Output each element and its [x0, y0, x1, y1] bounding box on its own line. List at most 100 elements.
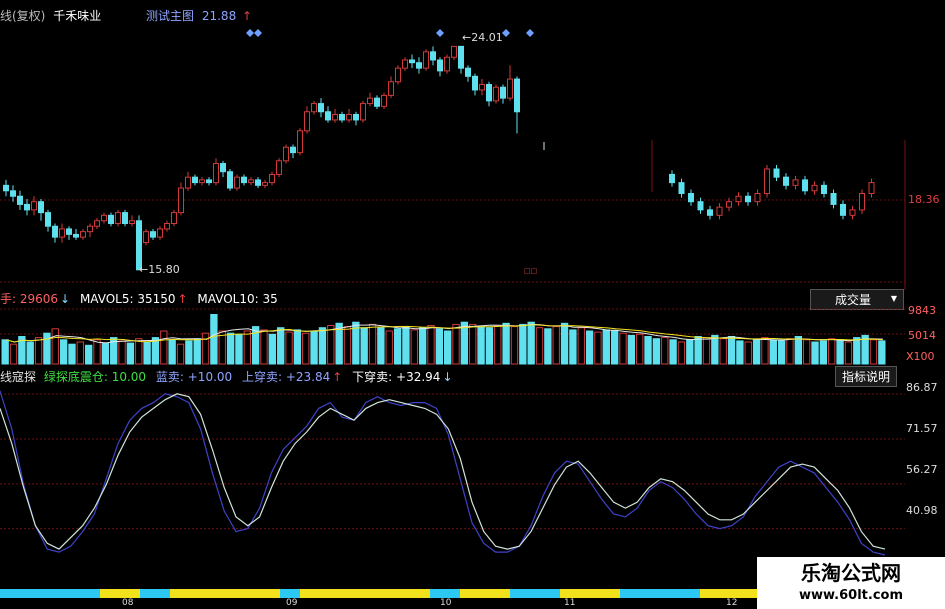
- volume-bar: [168, 339, 176, 365]
- volume-tab-label: 成交量: [835, 293, 872, 307]
- volume-bar: [101, 342, 110, 365]
- signal-segment: [100, 589, 140, 598]
- date-axis: 08 09 10 11 12: [0, 598, 760, 609]
- candle-body: [353, 113, 359, 121]
- candle-body: [500, 86, 506, 99]
- candle-body: [10, 190, 16, 197]
- price-axis-label: 18.36: [908, 193, 940, 206]
- indicator-name1: 线寇探: [0, 370, 37, 384]
- volume-bar: [377, 327, 385, 365]
- candle-body: [669, 173, 675, 184]
- volume-bar: [744, 341, 752, 365]
- candle-body: [773, 168, 780, 178]
- volume-bar: [435, 328, 443, 365]
- down-arrow-icon: ↓: [442, 370, 453, 384]
- volume-bar: [185, 340, 193, 365]
- signal-segment: [430, 589, 460, 598]
- high-price-label: ←24.01: [462, 31, 503, 44]
- candle-body: [423, 51, 429, 69]
- candle-body: [339, 113, 345, 121]
- volume-bar: [368, 323, 377, 365]
- candle-body: [171, 212, 177, 224]
- candle-body: [479, 84, 485, 91]
- volume-bar: [727, 336, 736, 365]
- candle-body: [821, 184, 827, 195]
- site-watermark: 乐淘公式网 www.60lt.com: [757, 557, 945, 609]
- volume-bar: [585, 330, 594, 365]
- up-arrow-icon: ↑: [242, 9, 253, 23]
- candlesticks: [3, 45, 875, 271]
- candle-body: [150, 231, 156, 238]
- candle-body: [360, 103, 366, 121]
- volume-bar: [59, 339, 68, 365]
- volume-bar: [93, 339, 101, 365]
- volume-bar: [460, 321, 469, 365]
- volume-axis-top: 9843: [908, 304, 936, 317]
- candle-body: [290, 146, 296, 154]
- diamond-marker: [436, 29, 444, 37]
- candle-body: [402, 59, 408, 69]
- candle-body: [178, 187, 184, 214]
- volume-bar: [519, 323, 527, 365]
- candle-body: [297, 130, 303, 154]
- volume-bar: [777, 340, 786, 365]
- candle-body: [122, 212, 128, 224]
- volume-bar: [686, 339, 694, 365]
- candle-body: [697, 201, 704, 211]
- volume-bar: [560, 322, 569, 365]
- stock-name: 千禾味业: [53, 9, 102, 23]
- candle-body: [395, 67, 401, 83]
- volume-bar: [661, 337, 669, 365]
- volume-bar: [494, 325, 502, 365]
- volume-bar: [235, 333, 243, 365]
- volume-bar: [302, 332, 310, 365]
- candle-body: [688, 193, 694, 203]
- low-price-value: 15.80: [148, 263, 180, 276]
- price-grid: [0, 199, 905, 283]
- low-price-label: ←15.80: [139, 263, 180, 276]
- signal-segment: [510, 589, 560, 598]
- candle-body: [409, 59, 415, 64]
- volume-bar: [243, 330, 251, 365]
- candle-body: [458, 45, 464, 69]
- candle-body: [87, 225, 93, 233]
- diamond-marker: [254, 29, 262, 37]
- date-label: 12: [726, 598, 738, 608]
- volume-bar: [652, 338, 661, 365]
- signal-segment: [700, 589, 760, 598]
- volume-bar: [193, 338, 201, 365]
- indicator-axis-2: 71.57: [906, 422, 938, 435]
- signal-segment: [0, 589, 100, 598]
- candle-body: [849, 209, 856, 216]
- diamond-marker: [526, 29, 534, 37]
- candle-body: [318, 103, 324, 113]
- volume-bar: [811, 341, 819, 365]
- volume-bar: [469, 323, 477, 365]
- volume-bar: [736, 340, 744, 365]
- candle-body: [262, 182, 268, 186]
- volume-bar: [786, 338, 794, 365]
- candle-body: [45, 212, 51, 227]
- candle-body: [255, 179, 261, 186]
- price-markers: [246, 29, 545, 150]
- indicator-axis-4: 40.98: [906, 504, 938, 517]
- indicator-help-button[interactable]: 指标说明: [835, 366, 898, 387]
- volume-bar: [84, 344, 93, 365]
- candle-body: [388, 81, 394, 96]
- candle-body: [325, 111, 331, 121]
- candle-body: [3, 184, 9, 192]
- indicator-name2: 绿探底震仓: 10.00: [43, 370, 147, 384]
- volume-bar: [711, 334, 719, 365]
- candle-body: [101, 214, 107, 222]
- volume-bar: [210, 314, 218, 365]
- candle-body: [745, 195, 751, 203]
- indicator-axis-1: 86.87: [906, 381, 938, 394]
- candle-body: [507, 78, 513, 99]
- volume-bar: [794, 336, 803, 365]
- signal-segment: [460, 589, 510, 598]
- volume-bar: [552, 326, 560, 365]
- candle-body: [754, 193, 761, 203]
- diamond-marker: [246, 29, 254, 37]
- volume-bar: [327, 325, 335, 365]
- volume-bar: [444, 330, 452, 365]
